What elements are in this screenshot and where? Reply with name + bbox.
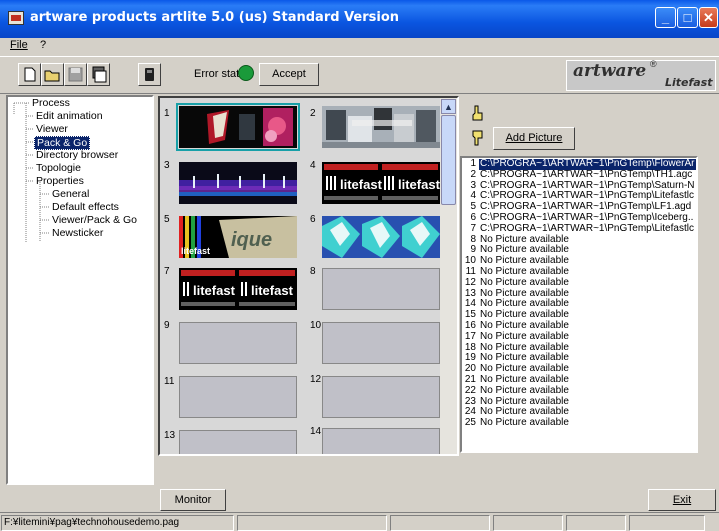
tree-item-edit-animation[interactable]: Edit animation	[8, 110, 148, 122]
thumbnail-1-image	[179, 106, 297, 148]
error-state-indicator	[238, 65, 254, 81]
svg-text:litefast: litefast	[251, 283, 294, 298]
open-folder-icon	[44, 70, 60, 82]
list-item[interactable]: 25 No Picture available	[462, 417, 696, 429]
status-panel	[493, 515, 563, 531]
thumbnail-4-image: litefast litefast	[322, 162, 440, 204]
picture-list[interactable]: 1 C:\PROGRA~1\ARTWAR~1\PnGTemp\FlowerAr 2…	[460, 156, 698, 453]
tree-item-general[interactable]: General	[8, 188, 148, 200]
save-all-icon	[92, 66, 107, 83]
thumbnail-4[interactable]: litefast litefast	[322, 162, 440, 204]
thumbnail-number: 5	[164, 214, 170, 225]
thumbnail-8[interactable]	[322, 268, 440, 310]
status-panel	[390, 515, 490, 531]
scroll-up-arrow-icon[interactable]: ▲	[441, 99, 456, 114]
thumbnail-number: 13	[164, 430, 176, 441]
svg-text:litefast: litefast	[398, 177, 440, 192]
tree-item-viewer[interactable]: Viewer	[8, 123, 148, 135]
list-item[interactable]: 17 No Picture available	[462, 331, 696, 343]
artware-logo: artware ® Litefast	[566, 59, 716, 91]
menu-file[interactable]: File	[10, 39, 28, 51]
tree-item-newsticker[interactable]: Newsticker	[8, 227, 148, 239]
window-title: artware products artlite 5.0 (us) Standa…	[30, 10, 400, 25]
thumbnail-2[interactable]	[322, 106, 440, 148]
thumbnail-5-image: ique litefast	[179, 216, 297, 258]
thumbnail-number: 11	[164, 376, 175, 387]
thumbnail-12[interactable]	[322, 376, 440, 418]
maximize-button[interactable]: □	[677, 7, 698, 28]
thumbnail-number: 7	[164, 266, 170, 277]
tree-item-process[interactable]: Process	[8, 97, 148, 109]
add-picture-button[interactable]: Add Picture	[493, 127, 575, 150]
thumbnail-number: 9	[164, 320, 170, 331]
thumbnail-1[interactable]	[176, 103, 300, 151]
thumbnail-6-image	[322, 216, 440, 258]
thumbnail-5[interactable]: ique litefast	[179, 216, 297, 258]
thumbnail-3-image	[179, 162, 297, 204]
status-panel	[237, 515, 387, 531]
thumbnail-10[interactable]	[322, 322, 440, 364]
app-icon[interactable]	[8, 11, 24, 25]
save-button[interactable]	[64, 63, 87, 86]
thumbnail-3[interactable]	[179, 162, 297, 204]
thumbnail-scrollbar[interactable]: ▲	[440, 98, 457, 454]
thumbnail-2-image	[322, 106, 440, 148]
exit-button[interactable]: Exit	[648, 489, 716, 511]
accept-button[interactable]: Accept	[259, 63, 319, 86]
list-item[interactable]: 12 No Picture available	[462, 277, 696, 289]
tree-item-pack-and-go[interactable]: Pack & Go	[8, 136, 148, 150]
thumbnail-6[interactable]	[322, 216, 440, 258]
move-down-button[interactable]	[467, 128, 487, 148]
thumbnail-9[interactable]	[179, 322, 297, 364]
menu-bar	[0, 38, 719, 55]
process-tree: Process Edit animation Viewer Pack & Go …	[6, 95, 154, 485]
stop-button[interactable]	[138, 63, 161, 86]
save-all-button[interactable]	[87, 63, 110, 86]
device-icon	[145, 68, 154, 81]
svg-text:ique: ique	[231, 229, 272, 251]
tree-item-topologie[interactable]: Topologie	[8, 162, 148, 174]
list-item[interactable]: 22 No Picture available	[462, 385, 696, 397]
tree-item-directory-browser[interactable]: Directory browser	[8, 149, 148, 161]
close-button[interactable]: ✕	[699, 7, 718, 28]
thumbnail-number: 1	[164, 108, 170, 119]
thumbnail-grid: 1 2 3 4 litefast litefast 5 ique litefas…	[158, 96, 459, 456]
list-item[interactable]: 7 C:\PROGRA~1\ARTWAR~1\PnGTemp\Litefastlc	[462, 223, 696, 235]
save-icon	[68, 67, 83, 82]
scroll-thumb[interactable]	[441, 115, 456, 205]
hand-up-icon	[472, 105, 483, 121]
thumbnail-7-image: litefast litefast	[179, 268, 297, 310]
tree-item-default-effects[interactable]: Default effects	[8, 201, 148, 213]
monitor-button[interactable]: Monitor	[160, 489, 226, 511]
svg-text:litefast: litefast	[193, 283, 236, 298]
thumbnail-number: 3	[164, 160, 170, 171]
status-panel	[566, 515, 626, 531]
tree-item-properties[interactable]: Properties	[8, 175, 148, 187]
thumbnail-13[interactable]	[179, 430, 297, 454]
svg-text:litefast: litefast	[181, 246, 210, 256]
status-path: F:¥litemini¥pag¥technohousedemo.pag	[1, 515, 234, 531]
thumbnail-14[interactable]	[322, 428, 440, 454]
thumbnail-7[interactable]: litefast litefast	[179, 268, 297, 310]
status-panel	[629, 515, 705, 531]
svg-text:litefast: litefast	[340, 177, 383, 192]
new-file-icon	[24, 67, 36, 82]
hand-down-icon	[472, 130, 483, 146]
tree-item-viewer-pack-and-go[interactable]: Viewer/Pack & Go	[8, 214, 148, 226]
new-file-button[interactable]	[18, 63, 41, 86]
menu-help[interactable]: ?	[40, 39, 46, 51]
open-folder-button[interactable]	[41, 63, 64, 86]
move-up-button[interactable]	[467, 103, 487, 123]
thumbnail-11[interactable]	[179, 376, 297, 418]
list-item[interactable]: 2 C:\PROGRA~1\ARTWAR~1\PnGTemp\TH1.agc	[462, 169, 696, 181]
minimize-button[interactable]: _	[655, 7, 676, 28]
